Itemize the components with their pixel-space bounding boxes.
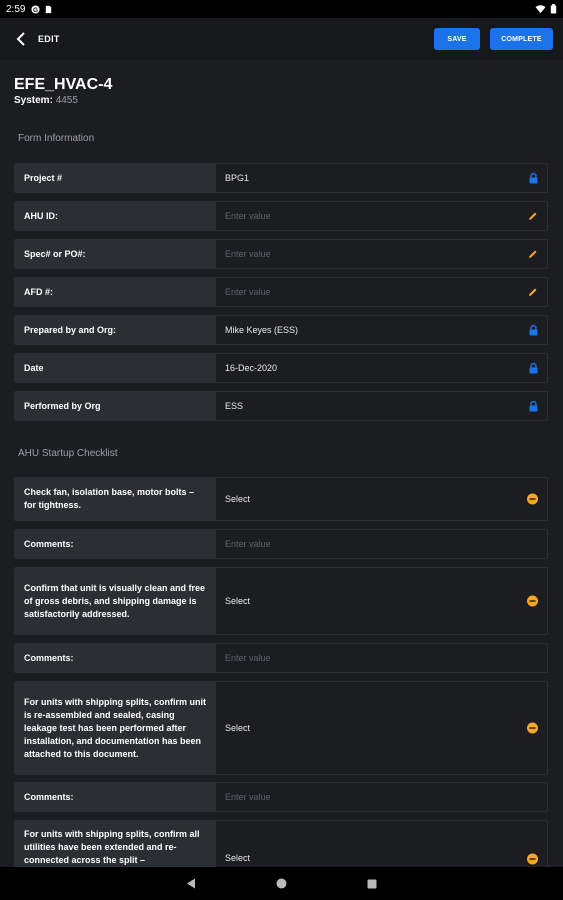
field-ahu-id[interactable]: AHU ID: Enter value	[14, 201, 548, 231]
field-placeholder: Enter value	[225, 211, 271, 221]
field-placeholder: Enter value	[225, 249, 271, 259]
field-label: Project #	[15, 164, 216, 192]
lock-icon	[529, 324, 538, 336]
field-afd-number[interactable]: AFD #: Enter value	[14, 277, 548, 307]
checklist-select[interactable]: Select	[216, 682, 547, 774]
comments-label: Comments:	[15, 530, 216, 558]
system-label: System:	[14, 95, 53, 106]
dropdown-circle-icon[interactable]	[527, 493, 538, 505]
checklist-label: For units with shipping splits, confirm …	[15, 682, 216, 774]
field-value: BPG1	[216, 164, 547, 192]
back-arrow-icon	[16, 32, 25, 46]
select-text: Select	[225, 723, 251, 733]
sim-card-icon	[46, 5, 52, 13]
comments-label: Comments:	[15, 783, 216, 811]
asset-title: EFE_HVAC-4	[14, 76, 113, 93]
field-performed-by: Performed by Org ESS	[14, 391, 548, 421]
spec-po-input[interactable]: Enter value	[216, 240, 547, 268]
status-time: 2:59	[6, 3, 26, 15]
comments-label: Comments:	[15, 644, 216, 672]
field-placeholder: Enter value	[225, 792, 271, 802]
app-notification-icon: G	[31, 4, 41, 13]
comments-input[interactable]: Enter value	[216, 783, 547, 811]
field-value-text: Mike Keyes (ESS)	[225, 325, 299, 335]
field-value-text: ESS	[225, 401, 244, 411]
checklist-label: Check fan, isolation base, motor bolts –…	[15, 478, 216, 520]
form-content[interactable]: EFE_HVAC-4 System: 4455 Form Information…	[0, 60, 563, 867]
battery-icon	[550, 4, 557, 14]
lock-icon	[529, 172, 538, 184]
field-placeholder: Enter value	[225, 653, 271, 663]
pencil-icon[interactable]	[528, 211, 538, 221]
field-value: ESS	[216, 392, 547, 420]
field-label: Prepared by and Org:	[15, 316, 216, 344]
pencil-icon[interactable]	[528, 249, 538, 259]
comments-input[interactable]: Enter value	[216, 530, 547, 558]
svg-text:G: G	[34, 6, 39, 13]
field-value-text: BPG1	[225, 173, 250, 183]
checklist-label: For units with shipping splits, confirm …	[15, 821, 216, 867]
field-value: 16-Dec-2020	[216, 354, 547, 382]
select-text: Select	[225, 853, 251, 863]
app-bar: EDIT SAVE COMPLETE	[0, 18, 563, 60]
lock-icon	[529, 362, 538, 374]
checklist-item-shipping-splits-reassembled[interactable]: For units with shipping splits, confirm …	[14, 681, 548, 775]
field-date: Date 16-Dec-2020	[14, 353, 548, 383]
save-button[interactable]: SAVE	[434, 28, 480, 50]
comments-row[interactable]: Comments: Enter value	[14, 782, 548, 812]
section-form-information: Form Information	[18, 133, 95, 144]
field-label: Spec# or PO#:	[15, 240, 216, 268]
comments-input[interactable]: Enter value	[216, 644, 547, 672]
system-line: System: 4455	[14, 95, 78, 106]
pencil-icon[interactable]	[528, 287, 538, 297]
checklist-item-fan-bolts[interactable]: Check fan, isolation base, motor bolts –…	[14, 477, 548, 521]
system-navigation-bar	[0, 867, 563, 900]
field-label: AHU ID:	[15, 202, 216, 230]
comments-row[interactable]: Comments: Enter value	[14, 529, 548, 559]
dropdown-circle-icon[interactable]	[527, 595, 538, 607]
back-button[interactable]	[10, 28, 32, 50]
checklist-select[interactable]: Select	[216, 568, 547, 634]
complete-button[interactable]: COMPLETE	[490, 28, 553, 50]
checklist-item-visually-clean[interactable]: Confirm that unit is visually clean and …	[14, 567, 548, 635]
ahu-id-input[interactable]: Enter value	[216, 202, 547, 230]
checklist-select[interactable]: Select	[216, 478, 547, 520]
field-spec-po[interactable]: Spec# or PO#: Enter value	[14, 239, 548, 269]
system-value: 4455	[55, 95, 78, 106]
checklist-select[interactable]: Select	[216, 821, 547, 867]
field-label: AFD #:	[15, 278, 216, 306]
checklist-item-shipping-splits-utilities[interactable]: For units with shipping splits, confirm …	[14, 820, 548, 867]
afd-number-input[interactable]: Enter value	[216, 278, 547, 306]
dropdown-circle-icon[interactable]	[527, 853, 538, 865]
checklist-label: Confirm that unit is visually clean and …	[15, 568, 216, 634]
field-value-text: 16-Dec-2020	[225, 363, 278, 373]
field-value: Mike Keyes (ESS)	[216, 316, 547, 344]
status-bar: 2:59 G	[0, 0, 563, 18]
dropdown-circle-icon[interactable]	[527, 722, 538, 734]
select-text: Select	[225, 596, 251, 606]
page-title: EDIT	[38, 34, 60, 44]
field-prepared-by: Prepared by and Org: Mike Keyes (ESS)	[14, 315, 548, 345]
field-placeholder: Enter value	[225, 287, 271, 297]
field-placeholder: Enter value	[225, 539, 271, 549]
wifi-icon	[535, 4, 546, 13]
field-label: Date	[15, 354, 216, 382]
field-label: Performed by Org	[15, 392, 216, 420]
lock-icon	[529, 400, 538, 412]
field-project-number: Project # BPG1	[14, 163, 548, 193]
nav-back-icon[interactable]	[186, 878, 196, 889]
section-ahu-startup-checklist: AHU Startup Checklist	[18, 448, 118, 459]
comments-row[interactable]: Comments: Enter value	[14, 643, 548, 673]
nav-home-icon[interactable]	[276, 878, 287, 889]
nav-recents-icon[interactable]	[367, 879, 377, 889]
select-text: Select	[225, 494, 251, 504]
